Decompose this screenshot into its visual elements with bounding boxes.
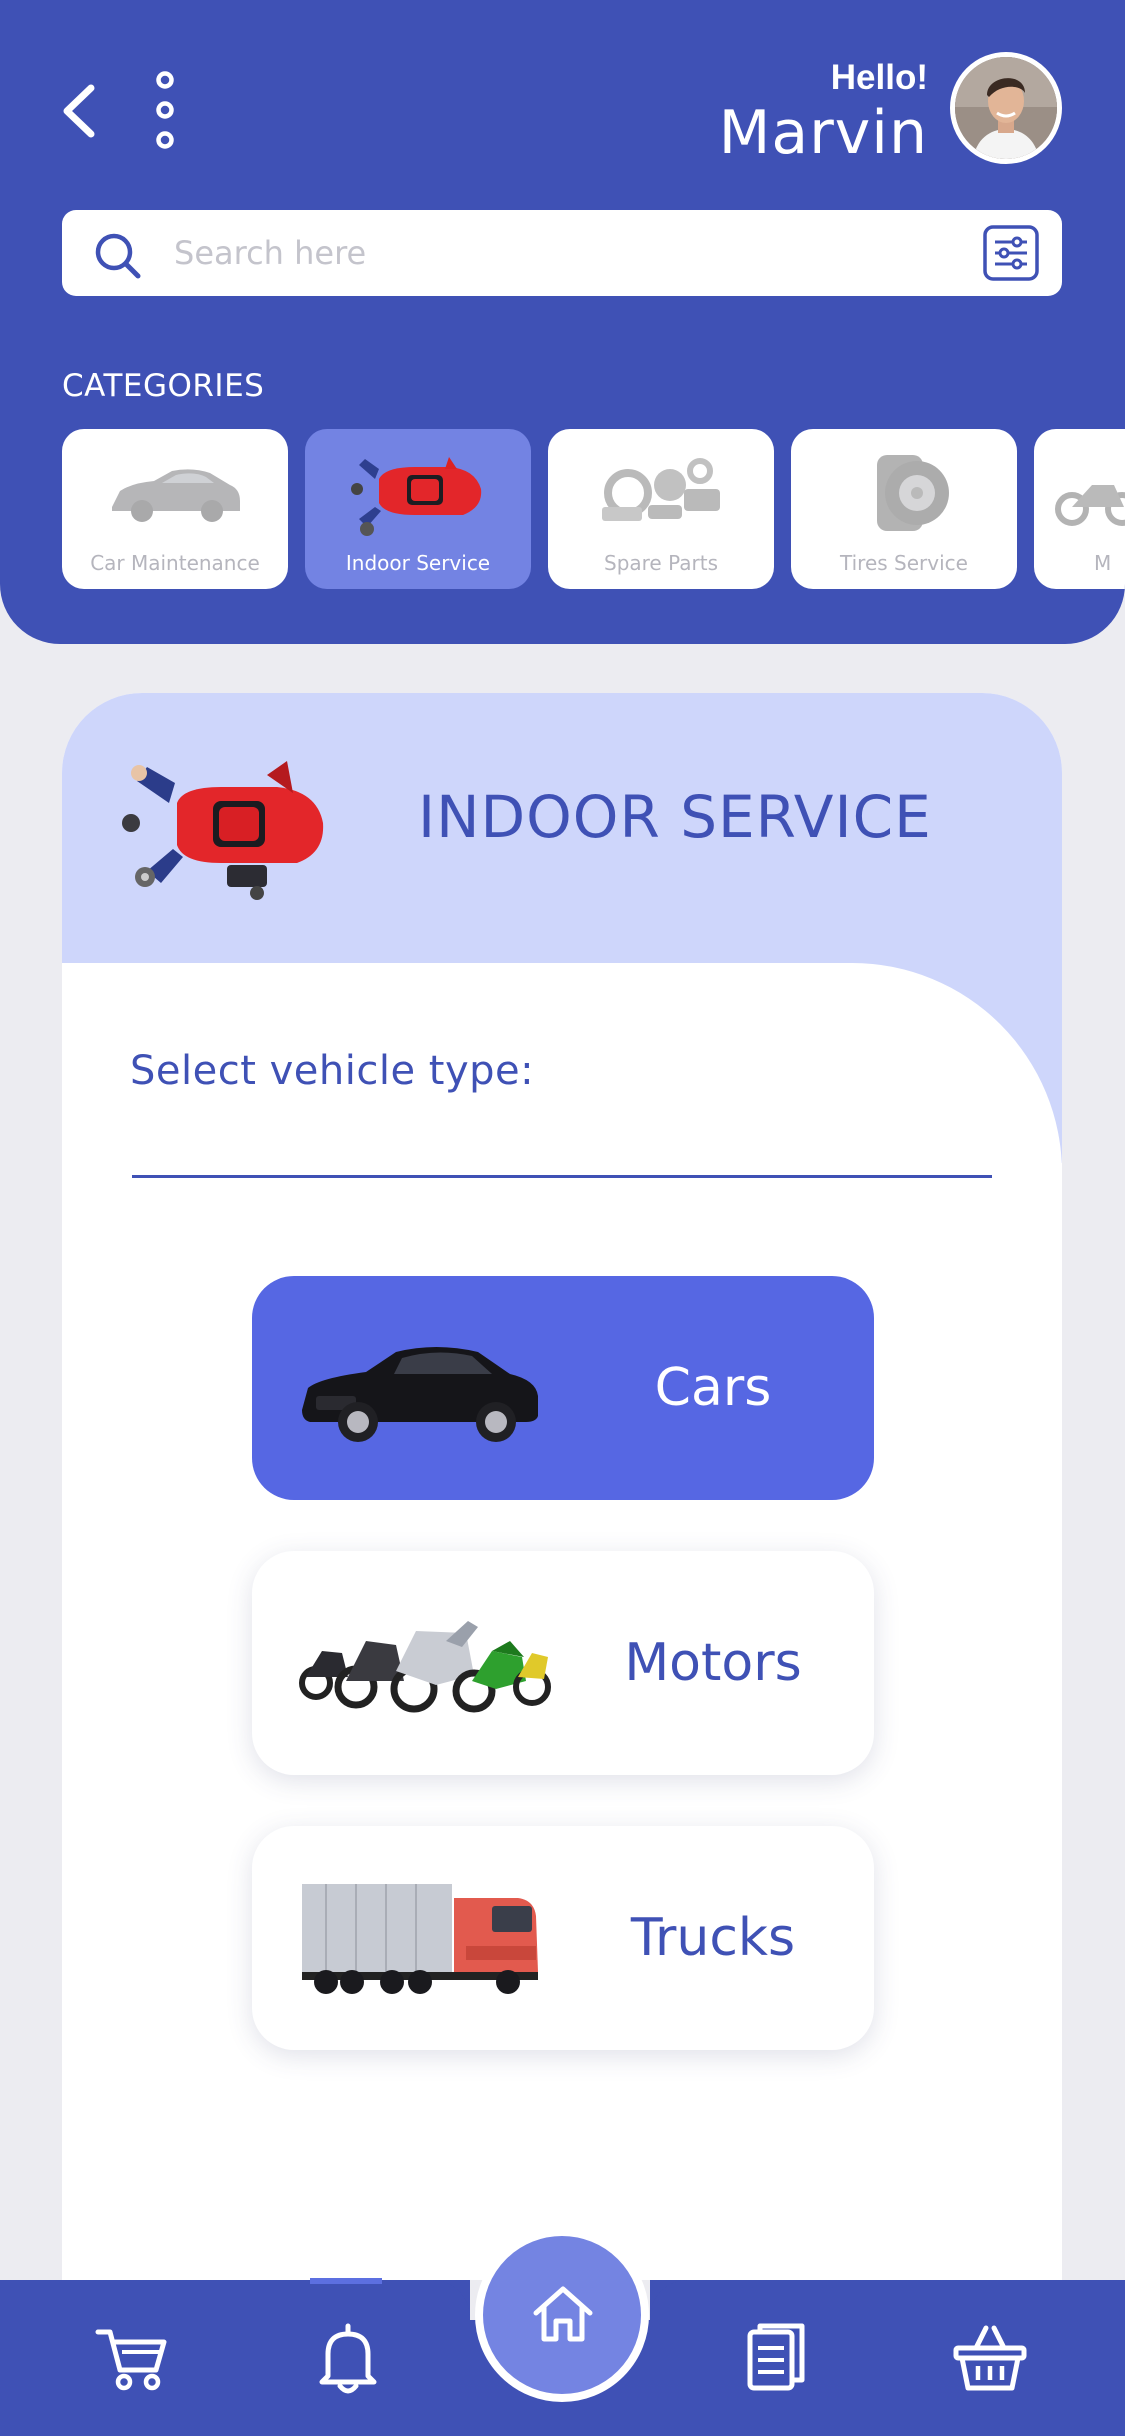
tire-icon <box>877 455 949 531</box>
greeting: Hello! Marvin <box>719 58 928 168</box>
motorcycle-icon <box>1055 485 1125 526</box>
bell-icon <box>319 2323 377 2394</box>
category-label: Car Maintenance <box>90 551 260 575</box>
category-car-maintenance[interactable]: Car Maintenance <box>62 429 288 589</box>
nav-home-button[interactable] <box>475 2228 649 2402</box>
filter-sliders-icon[interactable] <box>982 224 1040 282</box>
avatar[interactable] <box>950 52 1062 164</box>
car-repair-icon <box>351 457 482 536</box>
search-icon[interactable] <box>90 228 146 284</box>
header: Hello! Marvin CATEGORIES <box>0 0 1125 644</box>
category-indoor-service[interactable]: Indoor Service <box>305 429 531 589</box>
category-label: Spare Parts <box>604 551 718 575</box>
nav-cart[interactable] <box>92 2318 172 2398</box>
vehicle-label: Cars <box>654 1358 772 1418</box>
service-title: INDOOR SERVICE <box>418 783 932 851</box>
car-icon <box>112 469 240 522</box>
search-bar[interactable] <box>62 210 1062 296</box>
menu-button[interactable] <box>150 70 180 150</box>
nav-indicator <box>310 2278 382 2284</box>
search-input[interactable] <box>174 210 994 296</box>
category-label: Tires Service <box>840 551 968 575</box>
vehicle-option-trucks[interactable]: Trucks <box>252 1826 874 2050</box>
nav-notifications[interactable] <box>308 2318 388 2398</box>
indoor-service-image <box>122 761 324 900</box>
avatar-photo <box>955 57 1057 159</box>
categories-list: Car Maintenance Indoor Service Spare Par… <box>62 429 1125 589</box>
select-vehicle-label: Select vehicle type: <box>130 1048 535 1094</box>
back-button[interactable] <box>55 78 105 144</box>
car-icon <box>302 1347 538 1442</box>
vehicle-label: Motors <box>624 1633 802 1693</box>
service-card: INDOOR SERVICE Select vehicle type: Cars <box>62 693 1062 2436</box>
vehicle-option-cars[interactable]: Cars <box>252 1276 874 1500</box>
category-label: Indoor Service <box>345 551 491 575</box>
home-icon <box>533 2286 593 2342</box>
category-motors[interactable]: M <box>1034 429 1125 589</box>
basket-icon <box>953 2325 1027 2391</box>
motorcycles-icon <box>299 1621 551 1713</box>
divider <box>132 1175 992 1178</box>
truck-icon <box>302 1884 538 1994</box>
category-spare-parts[interactable]: Spare Parts <box>548 429 774 589</box>
vehicle-option-motors[interactable]: Motors <box>252 1551 874 1775</box>
cart-icon <box>95 2329 167 2391</box>
more-vertical-icon <box>156 71 174 149</box>
chevron-left-icon <box>63 84 95 138</box>
spare-parts-icon <box>602 458 720 521</box>
user-name: Marvin <box>718 98 928 168</box>
vehicle-label: Trucks <box>630 1908 796 1968</box>
category-tires-service[interactable]: Tires Service <box>791 429 1017 589</box>
category-label: M <box>1094 551 1112 575</box>
nav-basket[interactable] <box>950 2318 1030 2398</box>
greeting-hello: Hello! <box>830 58 928 97</box>
document-icon <box>747 2323 805 2391</box>
categories-title: CATEGORIES <box>62 368 265 404</box>
nav-documents[interactable] <box>736 2318 816 2398</box>
